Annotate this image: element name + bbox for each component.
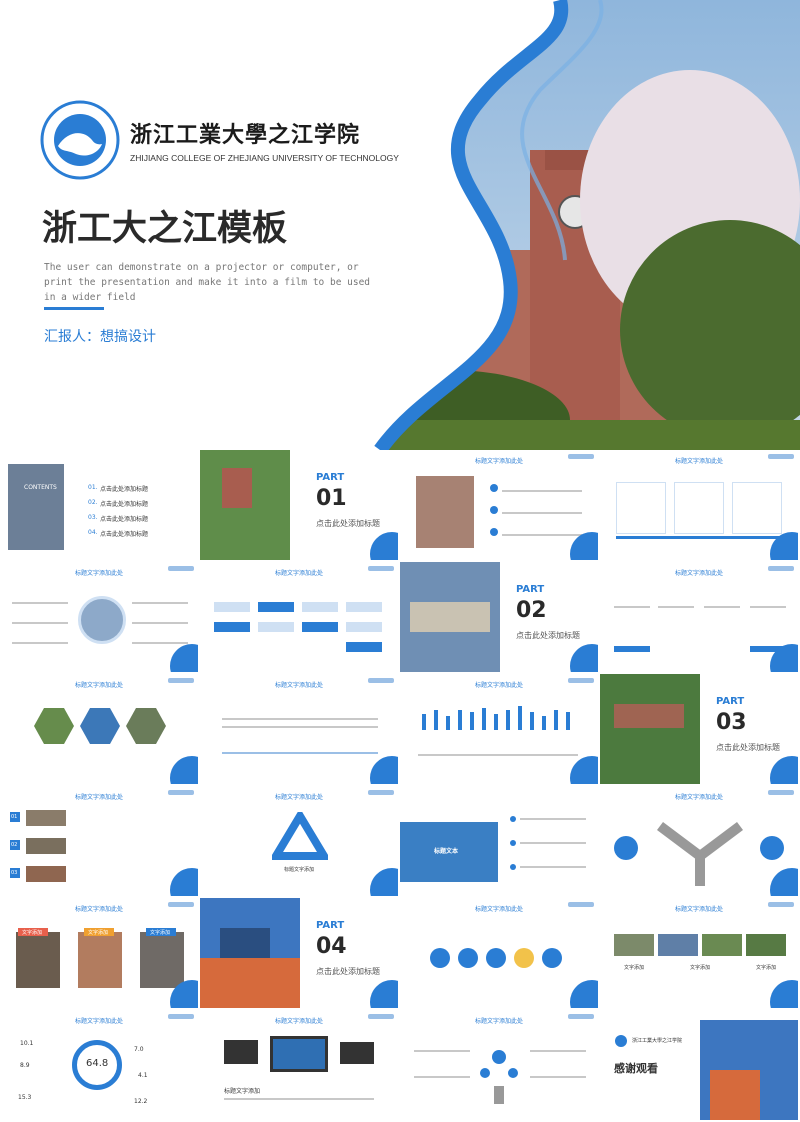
col-label-3: 文字添加 (756, 965, 777, 971)
logo-chinese-name: 浙江工業大學之江学院 (130, 122, 361, 148)
slide-r2c1[interactable]: 标题文字添加此处 (0, 562, 198, 672)
subtitle-text: The user can demonstrate on a projector … (44, 262, 371, 303)
part-subtitle: 点击此处添加标题 (316, 967, 380, 976)
road-fork-icon (657, 822, 743, 886)
gauge-value: 64.8 (86, 1058, 109, 1069)
contents-item-3: 点击此处添加标题 (100, 516, 149, 523)
page-title: 浙工大之江模板 (42, 209, 288, 249)
slide-r4c2[interactable]: 标题文字添加此处 标题文字添加 (200, 786, 398, 896)
logo-english-name: ZHIJIANG COLLEGE OF ZHEJIANG UNIVERSITY … (130, 153, 399, 163)
slide-r3c3-bar-chart[interactable]: 标题文字添加此处 (400, 674, 598, 784)
slide-r1c4[interactable]: 标题文字添加此处 (600, 450, 798, 560)
slide-part-03[interactable]: PART 03 点击此处添加标题 (600, 674, 798, 784)
contents-item-1: 点击此处添加标题 (100, 486, 149, 493)
college-logo: 浙江工業大學之江学院 ZHIJIANG COLLEGE OF ZHEJIANG … (40, 100, 399, 180)
side-num-6: 12.2 (134, 1098, 148, 1105)
slide-r3c2[interactable]: 标题文字添加此处 (200, 674, 398, 784)
part-photo (600, 674, 700, 784)
row-num-3: 03 (11, 870, 18, 876)
contents-item-4: 点击此处添加标题 (100, 531, 149, 538)
slide-r6c2[interactable]: 标题文字添加此处 标题文字添加 (200, 1010, 398, 1120)
slide-thanks[interactable]: 浙江工業大學之江学院 感谢观看 (600, 1010, 798, 1120)
slide-contents[interactable]: CONTENTS 01. 点击此处添加标题 02. 点击此处添加标题 03. 点… (0, 450, 198, 560)
side-num-5: 4.1 (138, 1072, 148, 1079)
part-label: PART (316, 472, 345, 483)
slide-r2c4[interactable]: 标题文字添加此处 (600, 562, 798, 672)
row-num-1: 01 (11, 814, 18, 820)
slide-r6c3[interactable]: 标题文字添加此处 (400, 1010, 598, 1120)
side-num-1: 10.1 (20, 1040, 34, 1047)
slide-r4c3[interactable]: 标题文本 (400, 786, 598, 896)
col-label-2: 文字添加 (690, 965, 711, 971)
row-num-2: 02 (11, 842, 18, 848)
campus-photo (374, 0, 800, 450)
part-number: 02 (516, 598, 547, 623)
side-num-3: 15.3 (18, 1094, 32, 1101)
slide-subtitle: 标题文字添加 (224, 1088, 261, 1095)
college-emblem-icon (40, 100, 120, 180)
part-label: PART (316, 920, 345, 931)
slide-r1c3[interactable]: 标题文字添加此处 (400, 450, 598, 560)
part-subtitle: 点击此处添加标题 (316, 519, 380, 528)
divider (44, 307, 104, 310)
reporter-label: 汇报人：想搞设计 (44, 329, 156, 345)
part-subtitle: 点击此处添加标题 (516, 631, 580, 640)
slide-part-01[interactable]: PART 01 点击此处添加标题 (200, 450, 398, 560)
contents-photo (8, 464, 64, 550)
slide-r2c2[interactable]: 标题文字添加此处 (200, 562, 398, 672)
slide-part-02[interactable]: PART 02 点击此处添加标题 (400, 562, 598, 672)
col-label-1: 文字添加 (624, 965, 645, 971)
contents-label: CONTENTS (24, 484, 57, 491)
tag-3: 文字添加 (150, 930, 171, 936)
part-label: PART (716, 696, 745, 707)
diagram-title: 标题文字添加 (284, 867, 315, 873)
contents-num-3: 03. (88, 514, 98, 521)
contents-item-2: 点击此处添加标题 (100, 501, 149, 508)
label-text: 标题文本 (434, 848, 459, 855)
slide-r4c1[interactable]: 标题文字添加此处 01 02 03 (0, 786, 198, 896)
contents-num-1: 01. (88, 484, 98, 491)
side-num-4: 7.0 (134, 1046, 144, 1053)
thanks-title: 感谢观看 (614, 1062, 658, 1075)
slide-r5c4[interactable]: 标题文字添加此处 文字添加 文字添加 文字添加 (600, 898, 798, 1008)
triangle-diagram-icon (272, 812, 328, 860)
slide-r5c1[interactable]: 标题文字添加此处 文字添加 文字添加 文字添加 (0, 898, 198, 1008)
contents-num-4: 04. (88, 529, 98, 536)
slide-photo (416, 476, 474, 548)
slide-r3c1[interactable]: 标题文字添加此处 (0, 674, 198, 784)
slide-r4c4[interactable]: 标题文字添加此处 (600, 786, 798, 896)
slide-r6c1-gauge[interactable]: 标题文字添加此处 10.1 8.9 15.3 64.8 7.0 4.1 12.2 (0, 1010, 198, 1120)
slide-part-04[interactable]: PART 04 点击此处添加标题 (200, 898, 398, 1008)
slide-r5c3[interactable]: 标题文字添加此处 (400, 898, 598, 1008)
part-label: PART (516, 584, 545, 595)
side-num-2: 8.9 (20, 1062, 30, 1069)
part-number: 04 (316, 934, 347, 959)
contents-num-2: 02. (88, 499, 98, 506)
part-number: 01 (316, 486, 347, 511)
part-number: 03 (716, 710, 747, 735)
tag-2: 文字添加 (88, 930, 109, 936)
part-subtitle: 点击此处添加标题 (716, 743, 780, 752)
slide-thumbnail-grid: CONTENTS 01. 点击此处添加标题 02. 点击此处添加标题 03. 点… (0, 450, 800, 1122)
tag-1: 文字添加 (22, 930, 43, 936)
thanks-logo-text: 浙江工業大學之江学院 (632, 1038, 683, 1044)
cover-slide: 浙江工業大學之江学院 ZHIJIANG COLLEGE OF ZHEJIANG … (0, 0, 800, 450)
college-emblem-icon (615, 1035, 627, 1047)
